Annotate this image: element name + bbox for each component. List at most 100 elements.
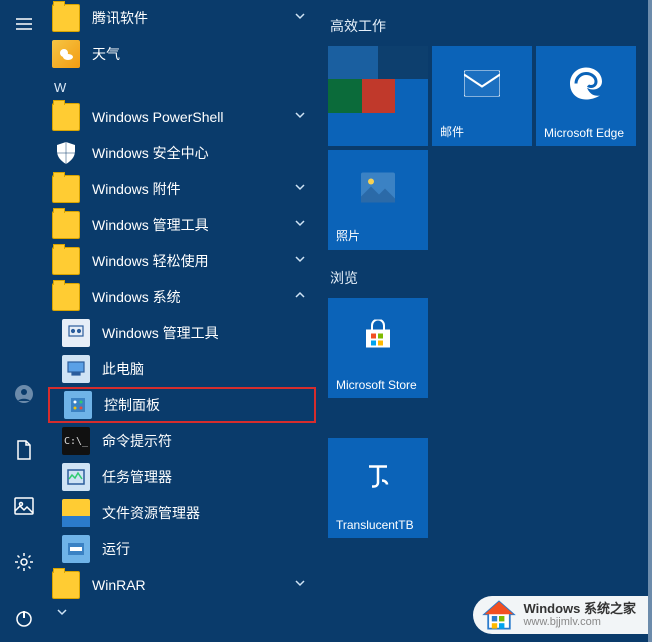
app-item-powershell[interactable]: Windows PowerShell bbox=[48, 99, 316, 135]
tile-mail[interactable]: 邮件 bbox=[432, 46, 532, 146]
tile-label: 邮件 bbox=[440, 123, 464, 140]
folder-icon bbox=[52, 4, 80, 32]
sub-item-control-panel[interactable]: 控制面板 bbox=[48, 387, 316, 423]
sub-item-task-manager[interactable]: 任务管理器 bbox=[48, 459, 316, 495]
scrollbar[interactable] bbox=[648, 0, 652, 642]
app-label: 文件资源管理器 bbox=[102, 503, 200, 523]
chevron-down-icon bbox=[294, 108, 306, 126]
folder-icon bbox=[52, 211, 80, 239]
folder-icon bbox=[52, 103, 80, 131]
tile-label: 照片 bbox=[336, 227, 360, 244]
store-icon bbox=[362, 320, 394, 357]
watermark-logo-icon bbox=[481, 598, 517, 634]
app-label: Windows PowerShell bbox=[92, 109, 224, 125]
group-title-browse[interactable]: 浏览 bbox=[330, 268, 638, 288]
app-list[interactable]: 腾讯软件 天气 W Windows PowerShell Windows 安全中… bbox=[48, 0, 316, 642]
chevron-down-icon bbox=[294, 9, 306, 27]
app-label: Windows 管理工具 bbox=[102, 323, 219, 343]
gear-icon bbox=[14, 552, 34, 572]
documents-icon bbox=[15, 440, 33, 460]
app-label: 任务管理器 bbox=[102, 467, 172, 487]
app-label: Windows 安全中心 bbox=[92, 143, 209, 163]
start-menu: 腾讯软件 天气 W Windows PowerShell Windows 安全中… bbox=[0, 0, 652, 642]
photos-icon bbox=[361, 173, 395, 208]
sub-item-admin-tools[interactable]: Windows 管理工具 bbox=[48, 315, 316, 351]
pictures-button[interactable] bbox=[8, 490, 40, 522]
rail-bottom bbox=[0, 378, 48, 634]
documents-button[interactable] bbox=[8, 434, 40, 466]
quad-cell bbox=[362, 79, 395, 112]
watermark-title: Windows 系统之家 bbox=[523, 602, 636, 616]
tile-photos[interactable]: 照片 bbox=[328, 150, 428, 250]
app-label: Windows 管理工具 bbox=[92, 215, 209, 235]
tile-label: Microsoft Store bbox=[336, 378, 417, 392]
power-icon bbox=[14, 608, 34, 628]
group-title-productivity[interactable]: 高效工作 bbox=[330, 16, 638, 36]
watermark-url: www.bjjmlv.com bbox=[523, 616, 636, 628]
tile-label: Microsoft Edge bbox=[544, 126, 624, 140]
folder-icon bbox=[52, 247, 80, 275]
admin-tools-icon bbox=[62, 319, 90, 347]
chevron-down-icon bbox=[294, 576, 306, 594]
app-label: 运行 bbox=[102, 539, 130, 559]
account-button[interactable] bbox=[8, 378, 40, 410]
sub-item-cmd[interactable]: C:\_ 命令提示符 bbox=[48, 423, 316, 459]
folder-icon bbox=[52, 571, 80, 599]
watermark: Windows 系统之家 www.bjjmlv.com bbox=[473, 596, 648, 634]
settings-button[interactable] bbox=[8, 546, 40, 578]
app-item-admin-tools[interactable]: Windows 管理工具 bbox=[48, 207, 316, 243]
chevron-down-icon bbox=[294, 216, 306, 234]
live-tile-quad[interactable] bbox=[328, 46, 428, 146]
mail-icon bbox=[464, 71, 500, 102]
scroll-down-hint bbox=[48, 603, 316, 623]
pictures-icon bbox=[14, 497, 34, 515]
app-label: 天气 bbox=[92, 44, 120, 64]
task-manager-icon bbox=[62, 463, 90, 491]
app-item-tencent[interactable]: 腾讯软件 bbox=[48, 0, 316, 36]
quad-cell bbox=[328, 113, 428, 146]
translucent-tb-icon bbox=[363, 461, 393, 496]
quad-cell bbox=[328, 79, 362, 112]
sub-item-file-explorer[interactable]: 文件资源管理器 bbox=[48, 495, 316, 531]
hamburger-button[interactable] bbox=[8, 8, 40, 40]
chevron-down-icon bbox=[294, 180, 306, 198]
app-item-ease-of-access[interactable]: Windows 轻松使用 bbox=[48, 243, 316, 279]
app-item-security[interactable]: Windows 安全中心 bbox=[48, 135, 316, 171]
section-letter[interactable]: W bbox=[48, 72, 316, 99]
left-rail bbox=[0, 0, 48, 642]
app-item-windows-system[interactable]: Windows 系统 bbox=[48, 279, 316, 315]
app-label: WinRAR bbox=[92, 577, 146, 593]
tile-edge[interactable]: Microsoft Edge bbox=[536, 46, 636, 146]
tiles-row: Microsoft Store bbox=[328, 298, 638, 398]
rail-top bbox=[0, 8, 48, 40]
account-icon bbox=[14, 384, 34, 404]
file-explorer-icon bbox=[62, 499, 90, 527]
control-panel-icon bbox=[64, 391, 92, 419]
run-icon bbox=[62, 535, 90, 563]
folder-icon bbox=[52, 283, 80, 311]
tile-translucenttb[interactable]: TranslucentTB bbox=[328, 438, 428, 538]
app-item-accessories[interactable]: Windows 附件 bbox=[48, 171, 316, 207]
quad-cell bbox=[328, 46, 378, 79]
app-item-weather[interactable]: 天气 bbox=[48, 36, 316, 72]
cmd-icon: C:\_ bbox=[62, 427, 90, 455]
folder-icon bbox=[52, 175, 80, 203]
app-label: Windows 附件 bbox=[92, 179, 181, 199]
tiles-row: TranslucentTB bbox=[328, 438, 638, 538]
sub-item-run[interactable]: 运行 bbox=[48, 531, 316, 567]
quad-cell bbox=[378, 46, 428, 79]
app-label: Windows 轻松使用 bbox=[92, 251, 209, 271]
edge-icon bbox=[566, 64, 606, 109]
chevron-up-icon bbox=[294, 288, 306, 306]
app-label: 腾讯软件 bbox=[92, 8, 148, 28]
chevron-down-icon bbox=[294, 252, 306, 270]
tile-label: TranslucentTB bbox=[336, 518, 414, 532]
app-item-winrar[interactable]: WinRAR bbox=[48, 567, 316, 603]
sub-item-this-pc[interactable]: 此电脑 bbox=[48, 351, 316, 387]
power-button[interactable] bbox=[8, 602, 40, 634]
app-label: 此电脑 bbox=[102, 359, 144, 379]
tile-store[interactable]: Microsoft Store bbox=[328, 298, 428, 398]
app-label: 命令提示符 bbox=[102, 431, 172, 451]
weather-icon bbox=[52, 40, 80, 68]
this-pc-icon bbox=[62, 355, 90, 383]
